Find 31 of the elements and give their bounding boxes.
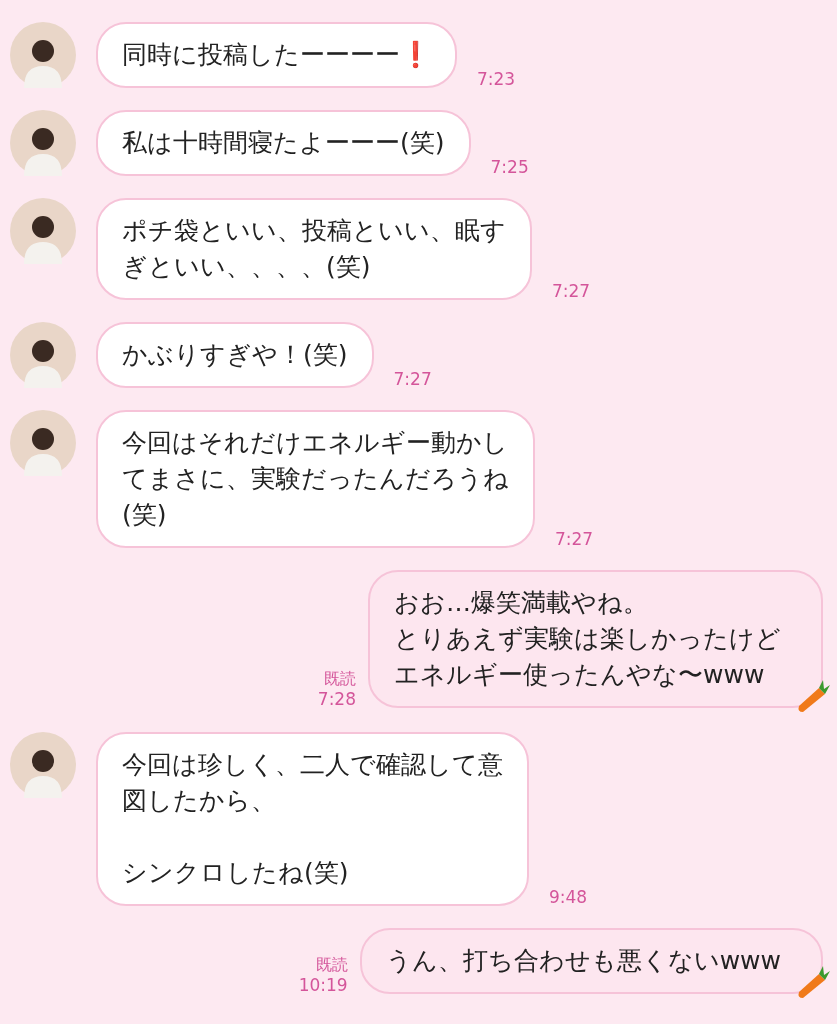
message-line: おお…爆笑満載やね。 [394,587,649,619]
message-line: うん、打ち合わせも悪くないwww [385,945,781,977]
message-time: 7:25 [490,155,529,179]
read-label: 既読 [315,954,348,975]
avatar-icon [10,410,76,476]
message-time: 7:27 [393,367,432,391]
message-time: 7:28 [317,689,356,710]
avatar-icon [10,322,76,388]
message-line: 今回はそれだけエネルギー動かし [122,427,509,459]
message-line: てまさに、実験だったんだろうね [122,463,509,495]
message-line: シンクロしたね(笑) [122,857,350,889]
message-time: 7:27 [552,279,591,303]
message-time: 7:27 [555,527,594,551]
avatar-icon [10,198,76,264]
message-line: とりあえず実験は楽しかったけど [394,623,781,655]
message-line: エネルギー使ったんやな〜www [394,659,766,691]
message-time: 10:19 [298,975,348,996]
avatar-icon [10,732,76,798]
avatar-icon [10,110,76,176]
message-line: (笑) [122,499,168,531]
message-line: かぶりすぎや！(笑) [122,339,348,371]
read-label: 既読 [324,668,356,689]
avatar-icon [10,22,76,88]
message-line: 今回は珍しく、二人で確認して意 [122,749,503,781]
message-time: 9:48 [549,885,588,909]
message-line: ポチ袋といい、投稿といい、眠す [122,215,506,247]
message-line: ぎといい、、、、(笑) [122,251,372,283]
message-line: 私は十時間寝たよーーー(笑) [122,127,445,159]
message-line: 図したから、 [122,785,277,817]
message-time: 7:23 [477,67,516,91]
message-line: 同時に投稿したーーーー❗ [122,39,431,71]
